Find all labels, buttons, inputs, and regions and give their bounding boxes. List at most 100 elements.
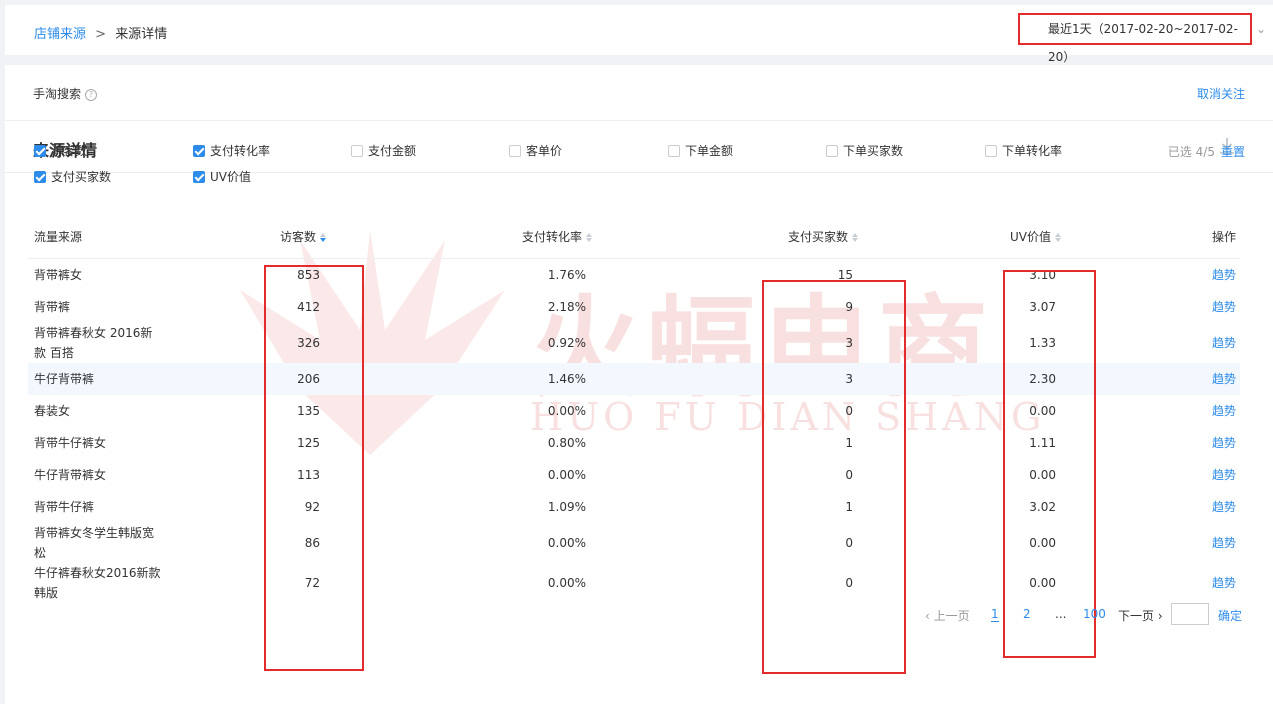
trend-link[interactable]: 趋势 [1212,265,1236,285]
metric-checkbox[interactable]: 支付转化率 [193,143,270,159]
metric-label: 支付转化率 [210,144,271,158]
prev-page-button[interactable]: ‹ 上一页 [925,607,970,624]
metric-label: 下单金额 [685,144,734,158]
checkbox-unchecked-icon[interactable] [826,145,838,157]
date-range-label: 最近1天（2017-02-20~2017-02-20） [1048,22,1238,64]
trend-link[interactable]: 趋势 [1212,333,1236,353]
checkbox-unchecked-icon[interactable] [509,145,521,157]
traffic-source-name: 牛仔背带裤 [34,372,95,386]
page-ellipsis: ... [1055,607,1067,621]
pay-conversion-value: 1.09% [547,500,586,514]
trend-link[interactable]: 趋势 [1212,573,1236,593]
trend-link[interactable]: 趋势 [1212,369,1236,389]
pay-conversion-value: 0.00% [547,576,586,590]
header-uv-value[interactable]: UV价值 [1010,228,1061,245]
checkbox-checked-icon[interactable] [193,171,205,183]
metric-label: 下单买家数 [843,144,904,158]
header-uv-value-label: UV价值 [1010,230,1051,244]
checkbox-unchecked-icon[interactable] [668,145,680,157]
highlight-box-pay-buyers [762,280,906,674]
metric-label: UV价值 [210,170,251,184]
metric-checkbox[interactable]: 下单转化率 [985,143,1062,159]
pay-conversion-value: 0.92% [547,336,586,350]
checkbox-checked-icon[interactable] [193,145,205,157]
metric-label: 客单价 [526,144,563,158]
header-action: 操作 [1211,230,1236,244]
page-1[interactable]: 1 [991,607,999,622]
pay-conversion-value: 1.46% [547,372,586,386]
metric-checkbox[interactable]: 支付金额 [351,143,416,159]
divider [5,120,1273,121]
traffic-source-name: 背带牛仔裤 [34,500,95,514]
metric-checkbox[interactable]: 客单价 [509,143,562,159]
pay-conversion-value: 0.00% [547,468,586,482]
metric-label: 支付买家数 [51,170,112,184]
trend-link[interactable]: 趋势 [1212,297,1236,317]
sort-icon[interactable] [852,233,859,242]
pay-conversion-value: 0.00% [547,404,586,418]
header-pay-conversion-label: 支付转化率 [522,230,583,244]
date-range-selector[interactable]: 最近1天（2017-02-20~2017-02-20） ⌄ [1018,13,1266,64]
source-name-label: 手淘搜索 [33,87,82,101]
top-bar: 店铺来源 > 来源详情 最近1天（2017-02-20~2017-02-20） … [5,5,1273,64]
selected-count-label: 已选 4/5 [1167,145,1215,159]
page-jump-input[interactable] [1171,603,1209,625]
trend-link[interactable]: 趋势 [1212,465,1236,485]
confirm-button[interactable]: 确定 [1218,607,1242,624]
checkbox-checked-icon[interactable] [34,145,46,157]
sort-icon[interactable] [586,233,593,242]
metric-checkbox[interactable]: UV价值 [193,169,251,185]
page-100[interactable]: 100 [1083,607,1106,621]
traffic-source-name: 背带牛仔裤女 [34,436,107,450]
selected-count: 已选 4/5 重置 [1168,143,1245,160]
highlight-box-visitors [264,265,364,671]
next-page-label: 下一页 [1118,609,1155,623]
trend-link[interactable]: 趋势 [1212,433,1236,453]
pay-conversion-value: 0.00% [547,536,586,550]
checkbox-unchecked-icon[interactable] [985,145,997,157]
traffic-source-name: 牛仔裤春秋女2016新款 韩版 [34,566,161,600]
trend-link[interactable]: 趋势 [1212,533,1236,553]
header-pay-buyers[interactable]: 支付买家数 [788,228,859,245]
pay-conversion-value: 1.76% [547,268,586,282]
highlight-box-uv-value [1003,270,1096,658]
table-header: 流量来源 访客数 支付转化率 支付买家数 UV价值 操作 [28,220,1240,259]
next-page-button[interactable]: 下一页 › [1118,607,1163,624]
prev-page-label: 上一页 [933,609,970,623]
traffic-source-name: 牛仔背带裤女 [34,468,107,482]
reset-button[interactable]: 重置 [1221,145,1245,159]
traffic-source-name: 背带裤 [34,300,71,314]
pay-conversion-value: 0.80% [547,436,586,450]
traffic-source-name: 背带裤女冬学生韩版宽松 [34,526,155,560]
metric-checkbox[interactable]: 下单买家数 [826,143,903,159]
source-title: 手淘搜索? [33,85,98,102]
checkbox-unchecked-icon[interactable] [351,145,363,157]
breadcrumb: 店铺来源 > 来源详情 [34,23,167,42]
metric-checkbox[interactable]: 支付买家数 [34,169,111,185]
help-icon[interactable]: ? [85,89,98,101]
chevron-down-icon: ⌄ [1255,22,1266,36]
header-pay-conversion[interactable]: 支付转化率 [522,228,593,245]
header-visitors[interactable]: 访客数 [280,228,327,245]
page-2[interactable]: 2 [1023,607,1031,621]
unfollow-link[interactable]: 取消关注 [1197,85,1245,102]
breadcrumb-shop-source-link[interactable]: 店铺来源 [34,27,86,42]
sort-icon[interactable] [1055,233,1061,242]
checkbox-checked-icon[interactable] [34,171,46,183]
trend-link[interactable]: 趋势 [1212,401,1236,421]
metric-checkbox[interactable]: 访客数 [34,143,87,159]
sort-icon[interactable] [320,233,327,242]
metric-label: 下单转化率 [1002,144,1063,158]
metric-checkbox[interactable]: 下单金额 [668,143,733,159]
breadcrumb-current: 来源详情 [115,27,168,42]
breadcrumb-separator: > [95,27,107,42]
traffic-source-name: 背带裤春秋女 2016新款 百搭 [34,326,153,360]
header-visitors-label: 访客数 [280,230,317,244]
pay-conversion-value: 2.18% [547,300,586,314]
traffic-source-name: 背带裤女 [34,268,83,282]
trend-link[interactable]: 趋势 [1212,497,1236,517]
header-pay-buyers-label: 支付买家数 [788,230,849,244]
metric-label: 访客数 [51,144,88,158]
metric-label: 支付金额 [368,144,417,158]
header-traffic-source: 流量来源 [34,230,83,244]
